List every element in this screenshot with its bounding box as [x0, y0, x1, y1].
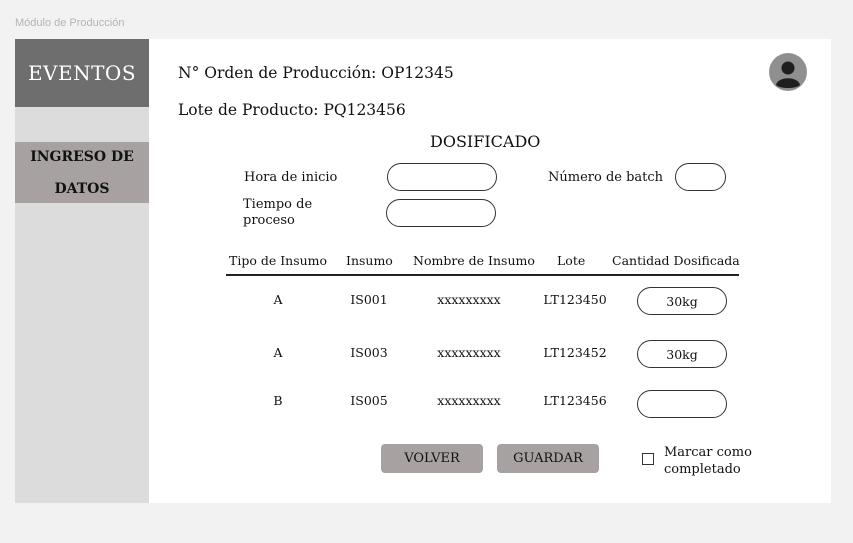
- column-header: Tipo de Insumo: [229, 253, 328, 268]
- quantity-input[interactable]: [637, 340, 727, 368]
- quantity-input[interactable]: [637, 390, 727, 418]
- order-number: N° Orden de Producción: OP12345: [178, 64, 454, 82]
- frame-title: Módulo de Producción: [15, 17, 125, 29]
- cell-nombre: xxxxxxxxx: [437, 345, 501, 360]
- product-lot: Lote de Producto: PQ123456: [178, 101, 406, 119]
- section-title: DOSIFICADO: [430, 132, 541, 151]
- process-time-label: Tiempo de proceso: [243, 197, 313, 228]
- quantity-input[interactable]: [637, 287, 727, 315]
- save-button[interactable]: GUARDAR: [497, 444, 599, 473]
- column-header: Lote: [557, 253, 586, 268]
- start-time-input[interactable]: [387, 163, 497, 191]
- batch-number-input[interactable]: [675, 163, 726, 191]
- complete-checkbox[interactable]: [642, 453, 654, 465]
- brand-title: EVENTOS: [15, 39, 149, 107]
- cell-insumo: IS005: [350, 393, 388, 408]
- user-avatar-icon[interactable]: [769, 53, 807, 91]
- back-button[interactable]: VOLVER: [381, 444, 483, 473]
- sidebar-item-label: INGRESO DE DATOS: [30, 148, 134, 197]
- process-time-input[interactable]: [386, 199, 496, 227]
- header-divider: [226, 274, 739, 276]
- cell-tipo: B: [273, 393, 283, 408]
- cell-tipo: A: [273, 292, 283, 307]
- column-header: Cantidad Dosificada: [612, 253, 740, 268]
- start-time-label: Hora de inicio: [244, 170, 338, 185]
- cell-nombre: xxxxxxxxx: [437, 292, 501, 307]
- sidebar-item-ingreso-de-datos[interactable]: INGRESO DE DATOS: [15, 142, 149, 203]
- cell-lote: LT123450: [543, 292, 607, 307]
- cell-lote: LT123456: [543, 393, 607, 408]
- app-window: EVENTOS INGRESO DE DATOS N° Orden de Pro…: [15, 39, 831, 503]
- cell-insumo: IS001: [350, 292, 388, 307]
- cell-insumo: IS003: [350, 345, 388, 360]
- column-header: Insumo: [346, 253, 393, 268]
- cell-nombre: xxxxxxxxx: [437, 393, 501, 408]
- column-header: Nombre de Insumo: [413, 253, 535, 268]
- cell-tipo: A: [273, 345, 283, 360]
- cell-lote: LT123452: [543, 345, 607, 360]
- complete-checkbox-label[interactable]: Marcar como completado: [664, 444, 764, 478]
- sidebar: EVENTOS INGRESO DE DATOS: [15, 39, 149, 503]
- batch-number-label: Número de batch: [548, 170, 664, 185]
